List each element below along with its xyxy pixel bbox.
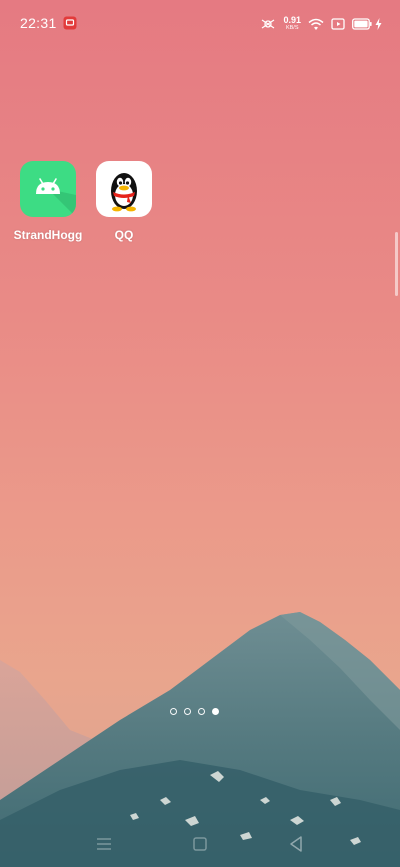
app-label: QQ: [114, 228, 134, 242]
page-indicator: [170, 708, 219, 715]
menu-icon[interactable]: [92, 832, 116, 856]
back-icon[interactable]: [284, 832, 308, 856]
network-speed-value: 0.91: [283, 15, 301, 26]
page-dot[interactable]: [184, 708, 191, 715]
home-icon[interactable]: [188, 832, 212, 856]
status-icons: 0.91 KB/S: [260, 13, 382, 35]
status-time: 22:31: [20, 15, 57, 31]
home-screen: 22:31 0.91 KB/S StrandHogg QQ: [0, 0, 400, 867]
android-icon: [20, 161, 76, 217]
page-dot[interactable]: [170, 708, 177, 715]
signal-icon: [262, 19, 275, 29]
network-speed: 0.91 KB/S: [283, 16, 301, 32]
page-dot[interactable]: [198, 708, 205, 715]
qq-penguin-icon: [96, 161, 152, 217]
battery-icon: [352, 18, 372, 30]
network-speed-unit: KB/S: [285, 25, 299, 32]
charging-icon: [375, 18, 382, 30]
screen-record-icon: [331, 18, 345, 30]
page-dot-active[interactable]: [212, 708, 219, 715]
navigation-bar: [0, 820, 400, 867]
app-strandhogg[interactable]: StrandHogg: [12, 161, 84, 242]
app-label: StrandHogg: [13, 228, 83, 242]
edge-scroll-hint: [395, 232, 398, 296]
status-bar: 22:31 0.91 KB/S: [0, 0, 400, 48]
wifi-icon: [308, 18, 324, 30]
notification-app-icon: [63, 16, 77, 30]
app-qq[interactable]: QQ: [88, 161, 160, 242]
wallpaper: [0, 612, 400, 867]
